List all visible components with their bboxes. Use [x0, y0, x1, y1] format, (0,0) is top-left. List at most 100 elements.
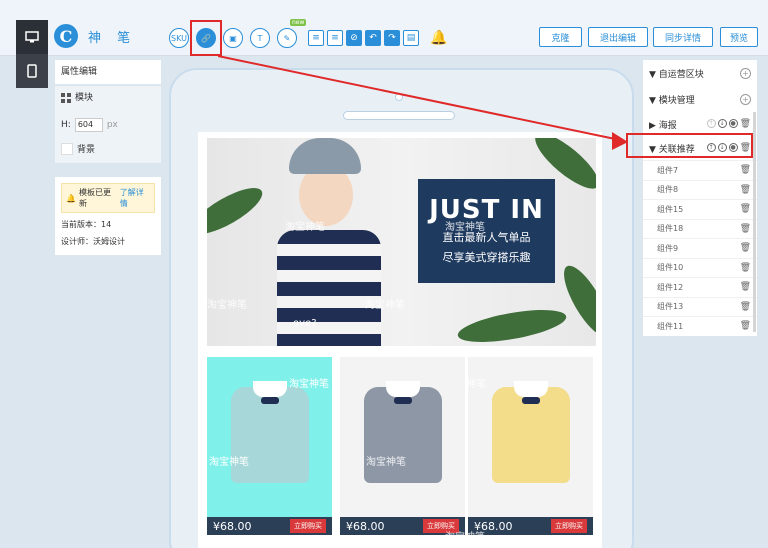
notice-text: 模板已更新 — [78, 188, 111, 208]
save-icon: ▤ — [406, 33, 416, 43]
component-label: 组件12 — [657, 282, 684, 292]
section-self-run-label: 自运营区块 — [658, 69, 704, 80]
poster-actions: ↑ ↓ ● 🗑 — [706, 119, 751, 129]
tab-properties[interactable]: 属性编辑 — [55, 60, 161, 84]
sync-details-button[interactable]: 同步详情 — [653, 27, 713, 47]
move-down-icon[interactable]: ↓ — [717, 119, 727, 128]
component-label: 组件13 — [657, 302, 684, 312]
kid-hat — [289, 138, 361, 174]
caret-right-icon: ▶ — [649, 120, 659, 131]
watermark: 淘宝神笔 — [468, 379, 486, 390]
property-panel: 属性编辑 模块 H: 604 px 背景 🔔 模板已更新 了解详情 当前版本：1… — [55, 60, 161, 255]
component-row[interactable]: 组件12 🗑 — [643, 277, 757, 297]
layer-panel: ▼ 自运营区块 + ▼ 模块管理 + ▶ 海报 ↑ ↓ ● 🗑 ▼ 关联推荐 ↑… — [643, 60, 757, 336]
trash-icon[interactable]: 🗑 — [740, 204, 751, 214]
exit-edit-button[interactable]: 退出编辑 — [588, 27, 648, 47]
component-row[interactable]: 组件15 🗑 — [643, 199, 757, 219]
align-bottom-button[interactable]: ≡ — [327, 30, 343, 46]
watermark: 淘宝神笔 — [445, 222, 485, 233]
text-tool-button[interactable]: T — [250, 28, 270, 48]
trash-icon[interactable]: 🗑 — [740, 263, 751, 273]
align-top-icon: ≡ — [312, 33, 320, 43]
price-bar: ¥68.00 立即购买 — [207, 517, 332, 535]
sku-icon: SKU — [171, 33, 187, 43]
watermark: 淘宝神笔 — [445, 532, 485, 543]
component-row[interactable]: 组件7 🗑 — [643, 160, 757, 180]
shirt-bow — [261, 397, 279, 404]
bell-icon: 🔔 — [66, 193, 76, 203]
buy-now-button[interactable]: 立即购买 — [290, 519, 326, 533]
component-label: 组件9 — [657, 243, 679, 253]
background-swatch[interactable] — [61, 142, 73, 155]
undo-button[interactable]: ↶ — [365, 30, 381, 46]
notice-details-link[interactable]: 了解详情 — [120, 187, 150, 209]
link-break-button[interactable]: ⊘ — [346, 30, 362, 46]
highlight-box-related — [626, 133, 753, 158]
desktop-icon — [25, 31, 39, 43]
component-row[interactable]: 组件18 🗑 — [643, 218, 757, 239]
component-label: 组件8 — [657, 185, 679, 195]
logo-mark: C — [54, 24, 78, 48]
banner-title: JUST IN — [429, 195, 544, 225]
product-card[interactable]: 淘宝神笔 ¥68.00 立即购买 — [468, 357, 593, 535]
tab-module[interactable]: 模块 — [55, 86, 161, 110]
product-card[interactable]: 淘宝神笔 ¥68.00 立即购买 — [340, 357, 465, 535]
move-up-icon[interactable]: ↑ — [706, 119, 716, 128]
undo-icon: ↶ — [369, 33, 377, 43]
clone-button[interactable]: 克隆 — [539, 27, 582, 47]
component-row[interactable]: 组件9 🗑 — [643, 238, 757, 258]
add-icon[interactable]: + — [740, 67, 751, 79]
buy-now-button[interactable]: 立即购买 — [551, 519, 587, 533]
align-bottom-icon: ≡ — [331, 33, 339, 43]
link-break-icon: ⊘ — [350, 33, 358, 43]
trash-icon[interactable]: 🗑 — [740, 321, 751, 331]
sku-tool-button[interactable]: SKU — [169, 28, 189, 48]
hero-banner[interactable]: ove? JUST IN 直击最新人气单品 尽享美式穿搭乐趣 淘宝神笔 淘宝神笔… — [207, 138, 596, 346]
section-module-manage[interactable]: ▼ 模块管理 + — [643, 86, 757, 112]
watermark: 淘宝神笔 — [366, 457, 406, 468]
add-icon[interactable]: + — [740, 93, 751, 105]
trash-icon[interactable]: 🗑 — [740, 165, 751, 175]
component-row[interactable]: 组件8 🗑 — [643, 179, 757, 200]
trash-icon[interactable]: 🗑 — [740, 302, 751, 312]
product-price: ¥68.00 — [213, 519, 252, 533]
layer-scrollbar[interactable] — [753, 112, 756, 332]
banner-sign: JUST IN 直击最新人气单品 尽享美式穿搭乐趣 — [418, 179, 555, 283]
preview-button[interactable]: 预览 — [720, 27, 758, 47]
section-self-run[interactable]: ▼ 自运营区块 + — [643, 60, 757, 86]
align-top-button[interactable]: ≡ — [308, 30, 324, 46]
height-input[interactable]: 604 — [74, 118, 103, 132]
palm-leaf — [207, 179, 269, 243]
product-price: ¥68.00 — [346, 519, 385, 533]
desktop-view-button[interactable] — [16, 20, 48, 54]
mobile-view-button[interactable] — [16, 54, 48, 88]
trash-icon[interactable]: 🗑 — [740, 119, 751, 129]
grid-icon — [61, 93, 71, 103]
trash-icon[interactable]: 🗑 — [740, 243, 751, 253]
component-row[interactable]: 组件11 🗑 — [643, 316, 757, 336]
component-row[interactable]: 组件10 🗑 — [643, 257, 757, 278]
image-tool-button[interactable]: ▣ — [223, 28, 243, 48]
redo-icon: ↷ — [388, 33, 396, 43]
image-icon: ▣ — [229, 33, 237, 43]
bell-icon[interactable]: 🔔 — [430, 30, 447, 46]
trash-icon[interactable]: 🗑 — [740, 224, 751, 234]
trash-icon[interactable]: 🗑 — [740, 282, 751, 292]
height-unit: px — [106, 120, 118, 130]
save-button[interactable]: ▤ — [403, 30, 419, 46]
phone-camera — [395, 93, 403, 101]
eye-icon[interactable]: ● — [728, 119, 738, 128]
shirt-bow — [394, 397, 412, 404]
component-row[interactable]: 组件13 🗑 — [643, 296, 757, 317]
pen-tool-button[interactable]: ✎ — [277, 28, 297, 48]
caret-down-icon: ▼ — [649, 95, 659, 106]
shirt-collar — [514, 381, 548, 397]
notice-banner: 🔔 模板已更新 了解详情 — [61, 183, 155, 213]
caret-down-icon: ▼ — [649, 69, 659, 80]
phone-speaker — [343, 111, 455, 120]
trash-icon[interactable]: 🗑 — [740, 185, 751, 195]
app-logo[interactable]: C 神 笔 — [54, 24, 136, 48]
redo-button[interactable]: ↷ — [384, 30, 400, 46]
update-notice: 🔔 模板已更新 了解详情 当前版本：14 设计师：沃姆设计 — [55, 177, 161, 255]
product-card[interactable]: 淘宝神笔 淘宝神笔 ¥68.00 立即购买 — [207, 357, 332, 535]
